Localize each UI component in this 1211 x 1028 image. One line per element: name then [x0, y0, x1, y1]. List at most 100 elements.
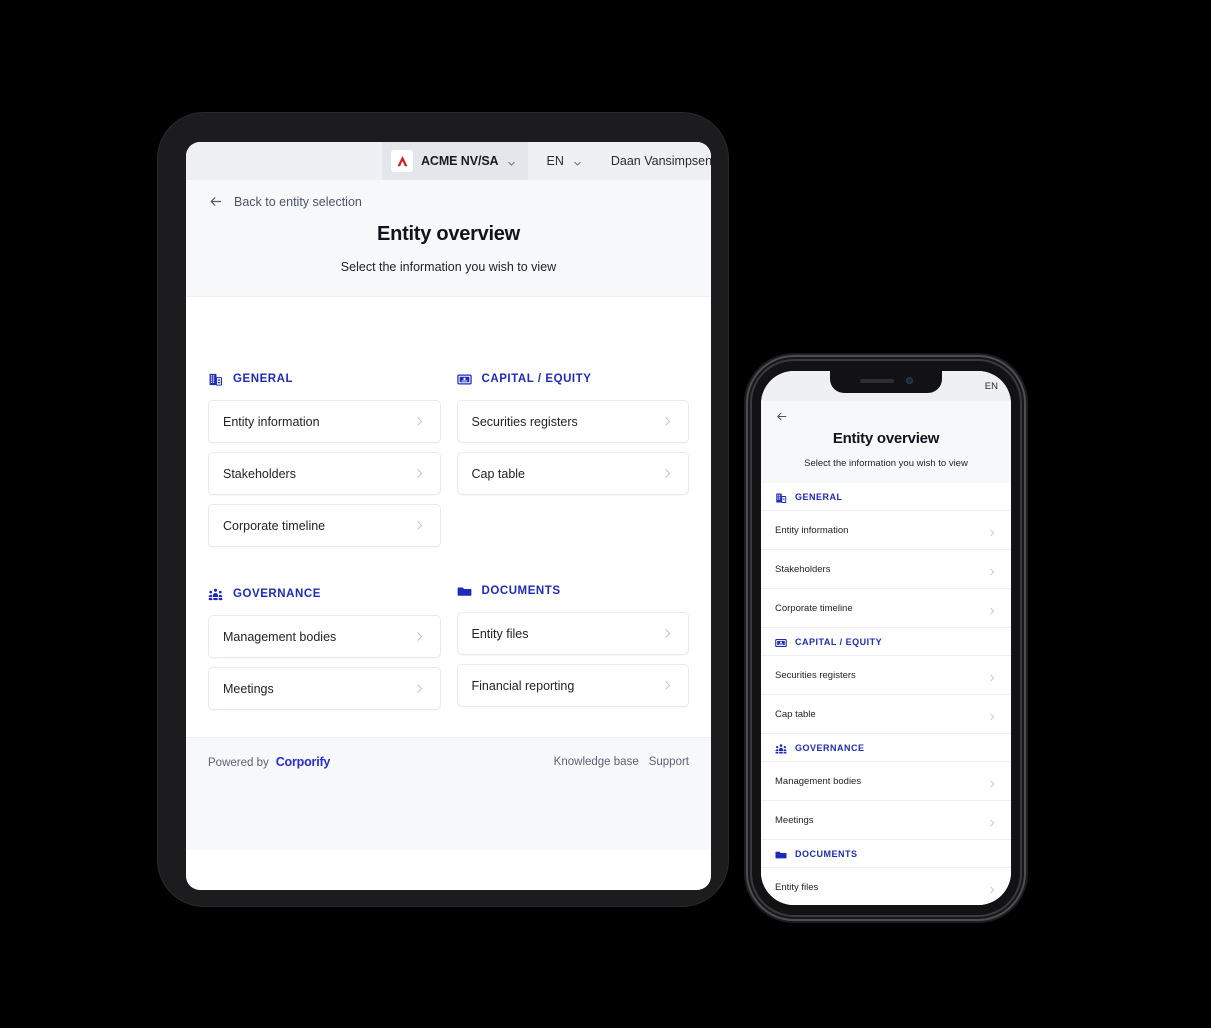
phone-row-entity-information[interactable]: Entity information	[761, 511, 1011, 550]
support-link[interactable]: Support	[649, 756, 689, 768]
phone-section-label: GOVERNANCE	[795, 742, 865, 753]
page-header: Back to entity selection Entity overview…	[186, 180, 711, 297]
phone-row-securities-registers[interactable]: Securities registers	[761, 656, 1011, 695]
chevron-right-icon	[987, 815, 997, 827]
nav-card-entity-files[interactable]: Entity files	[456, 612, 689, 655]
section-grid: GENERAL Entity information Stakeholders	[186, 370, 711, 719]
folder-icon	[457, 584, 472, 599]
chevron-right-icon	[413, 630, 426, 643]
building-icon	[208, 372, 223, 387]
corporify-brand-label: Corporify	[275, 755, 331, 769]
chevron-right-icon	[661, 627, 674, 640]
nav-card-meetings[interactable]: Meetings	[208, 667, 441, 710]
card-label: Securities registers	[471, 414, 578, 429]
card-label: Corporate timeline	[223, 518, 326, 533]
section-header-documents: DOCUMENTS	[457, 582, 690, 600]
phone-row-entity-files[interactable]: Entity files	[761, 868, 1011, 905]
phone-row-label: Cap table	[775, 708, 816, 720]
phone-section-label: DOCUMENTS	[795, 848, 858, 859]
chevron-right-icon	[987, 709, 997, 721]
phone-row-meetings[interactable]: Meetings	[761, 801, 1011, 840]
nav-card-entity-information[interactable]: Entity information	[208, 400, 441, 443]
powered-by: Powered by Corporify	[208, 755, 330, 769]
earpiece-speaker	[859, 378, 894, 383]
phone-section-label: CAPITAL / EQUITY	[795, 636, 883, 647]
chevron-down-icon	[506, 156, 517, 167]
phone-row-label: Corporate timeline	[775, 602, 853, 614]
tablet-top-bar: ACME NV/SA EN Daan Vansimpsen	[186, 142, 711, 180]
phone-section-header-capital-equity: CAPITAL / EQUITY	[761, 628, 1011, 656]
language-label: EN	[546, 154, 564, 168]
user-menu[interactable]: Daan Vansimpsen	[597, 142, 711, 180]
nav-card-corporate-timeline[interactable]: Corporate timeline	[208, 504, 441, 547]
nav-card-cap-table[interactable]: Cap table	[456, 452, 689, 495]
chevron-right-icon	[661, 415, 674, 428]
phone-row-corporate-timeline[interactable]: Corporate timeline	[761, 589, 1011, 628]
phone-section-list: GENERAL Entity information Stakeholders …	[761, 483, 1011, 905]
phone-page-subtitle: Select the information you wish to view	[804, 458, 968, 469]
card-label: Stakeholders	[223, 466, 296, 481]
language-selector[interactable]: EN	[528, 142, 596, 180]
people-group-icon	[208, 587, 223, 602]
chevron-right-icon	[413, 519, 426, 532]
phone-row-cap-table[interactable]: Cap table	[761, 695, 1011, 734]
chevron-right-icon	[413, 415, 426, 428]
phone-row-label: Management bodies	[775, 775, 862, 787]
page-title: Entity overview	[377, 223, 520, 245]
phone-row-label: Meetings	[775, 814, 814, 826]
page-footer: Powered by Corporify Knowledge base Supp…	[186, 737, 711, 850]
card-label: Management bodies	[223, 629, 337, 644]
phone-row-label: Entity information	[775, 524, 849, 536]
phone-row-label: Entity files	[775, 881, 819, 893]
phone-section-header-governance: GOVERNANCE	[761, 734, 1011, 762]
back-to-entity-selection-link[interactable]: Back to entity selection	[186, 180, 711, 209]
phone-section-header-documents: DOCUMENTS	[761, 840, 1011, 868]
nav-card-financial-reporting[interactable]: Financial reporting	[456, 664, 689, 707]
phone-page-header: Entity overview Select the information y…	[761, 401, 1011, 483]
section-label: GOVERNANCE	[233, 588, 321, 600]
phone-back-button[interactable]	[761, 401, 1011, 423]
section-header-capital-equity: CAPITAL / EQUITY	[456, 370, 690, 388]
nav-card-securities-registers[interactable]: Securities registers	[456, 400, 689, 443]
tablet-content: GENERAL Entity information Stakeholders	[186, 297, 711, 850]
card-label: Meetings	[223, 681, 274, 696]
chevron-right-icon	[661, 679, 674, 692]
section-label: DOCUMENTS	[481, 585, 561, 597]
front-camera-icon	[905, 377, 913, 384]
phone-section-header-general: GENERAL	[761, 483, 1011, 511]
folder-icon	[775, 848, 787, 860]
entity-name-label: ACME NV/SA	[421, 154, 499, 168]
tablet-screen: ACME NV/SA EN Daan Vansimpsen Back to en…	[186, 142, 711, 890]
nav-card-stakeholders[interactable]: Stakeholders	[208, 452, 441, 495]
user-name-label: Daan Vansimpsen	[610, 154, 711, 168]
chevron-right-icon	[987, 670, 997, 682]
screenshot-stage: ACME NV/SA EN Daan Vansimpsen Back to en…	[0, 0, 1211, 1028]
nav-card-management-bodies[interactable]: Management bodies	[208, 615, 441, 658]
phone-row-label: Stakeholders	[775, 563, 831, 575]
phone-language-label[interactable]: EN	[985, 381, 998, 392]
back-link-label: Back to entity selection	[234, 194, 362, 209]
phone-section-label: GENERAL	[795, 491, 843, 502]
building-icon	[775, 491, 787, 503]
section-header-governance: GOVERNANCE	[208, 585, 441, 603]
page-subtitle: Select the information you wish to view	[340, 260, 557, 274]
phone-screen: ACME NV/SA EN Entity overview Select the…	[761, 371, 1011, 905]
chevron-right-icon	[987, 525, 997, 537]
phone-row-management-bodies[interactable]: Management bodies	[761, 762, 1011, 801]
entity-selector[interactable]: ACME NV/SA	[382, 142, 529, 180]
knowledge-base-link[interactable]: Knowledge base	[554, 756, 639, 768]
section-label: GENERAL	[233, 373, 294, 385]
phone-notch	[830, 371, 942, 393]
section-label: CAPITAL / EQUITY	[481, 373, 592, 385]
phone-row-stakeholders[interactable]: Stakeholders	[761, 550, 1011, 589]
card-label: Entity information	[223, 414, 320, 429]
banknote-icon	[456, 372, 472, 387]
footer-links: Knowledge base Support	[554, 756, 689, 768]
banknote-icon	[775, 636, 787, 648]
chevron-right-icon	[987, 603, 997, 615]
chevron-right-icon	[987, 564, 997, 576]
tablet-device-frame: ACME NV/SA EN Daan Vansimpsen Back to en…	[158, 113, 728, 906]
chevron-right-icon	[413, 467, 426, 480]
